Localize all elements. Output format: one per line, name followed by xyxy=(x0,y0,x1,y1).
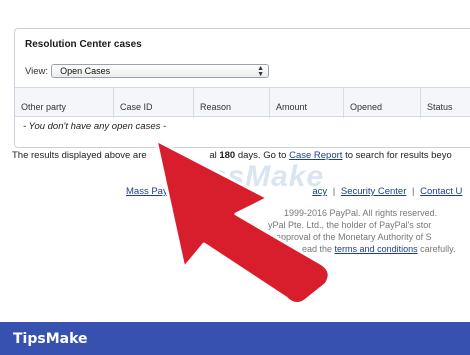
brand-logo-text: TipsMake xyxy=(13,330,88,347)
red-arrow-pointer-icon xyxy=(154,138,331,305)
brand-bar: TipsMake xyxy=(0,322,470,355)
screenshot-frame: Resolution Center cases View: Open Cases… xyxy=(0,0,470,322)
